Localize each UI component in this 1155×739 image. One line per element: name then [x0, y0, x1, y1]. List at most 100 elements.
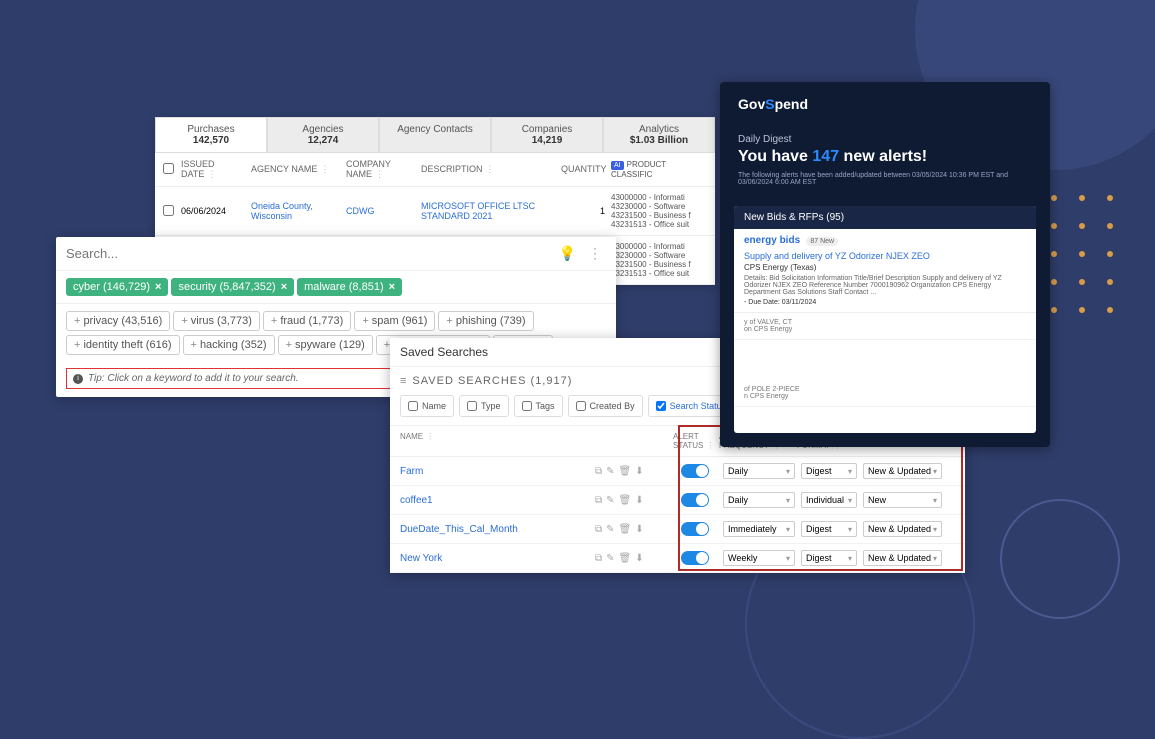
filter-checkbox[interactable]: [522, 401, 532, 411]
filter-checkbox[interactable]: [408, 401, 418, 411]
col-menu-icon[interactable]: ⋮: [483, 164, 495, 174]
info-icon: i: [73, 374, 83, 384]
edit-icon[interactable]: ✎: [606, 553, 614, 564]
tab-agency-contacts[interactable]: Agency Contacts: [379, 117, 491, 153]
suggested-keyword-chip[interactable]: +phishing (739): [438, 311, 533, 331]
col-menu-icon[interactable]: ⋮: [703, 441, 714, 450]
alert-toggle[interactable]: [681, 493, 709, 507]
suggested-keyword-chip[interactable]: +hacking (352): [183, 335, 275, 355]
filter-checkbox[interactable]: [656, 401, 666, 411]
keyword-chip[interactable]: malware (8,851)×: [297, 278, 402, 296]
delete-icon[interactable]: 🗑: [619, 495, 632, 506]
format-select[interactable]: Digest▾: [801, 521, 857, 537]
suggested-keyword-chip[interactable]: +spyware (129): [278, 335, 373, 355]
group-select[interactable]: New & Updated▾: [863, 521, 942, 537]
format-select[interactable]: Individual▾: [801, 492, 857, 508]
filter-checkbox[interactable]: [576, 401, 586, 411]
format-select[interactable]: Digest▾: [801, 463, 857, 479]
digest-item[interactable]: energy bids 87 New Supply and delivery o…: [734, 229, 1036, 313]
tab-companies[interactable]: Companies 14,219: [491, 117, 603, 153]
tab-analytics[interactable]: Analytics $1.03 Billion: [603, 117, 715, 153]
search-input[interactable]: [66, 246, 559, 261]
frequency-select[interactable]: Weekly▾: [723, 550, 795, 566]
suggested-keyword-chip[interactable]: +privacy (43,516): [66, 311, 170, 331]
delete-icon[interactable]: 🗑: [619, 466, 632, 477]
saved-search-name[interactable]: DueDate_This_Cal_Month: [400, 524, 595, 535]
col-menu-icon[interactable]: ⋮: [204, 169, 216, 179]
tab-purchases[interactable]: Purchases 142,570: [155, 117, 267, 153]
select-all-checkbox[interactable]: [163, 163, 174, 174]
plus-icon: +: [191, 339, 197, 351]
filter-checkbox[interactable]: [467, 401, 477, 411]
cell-company[interactable]: CDWG: [346, 206, 421, 216]
col-menu-icon[interactable]: ⋮: [372, 169, 384, 179]
decorative-dots: [1051, 195, 1135, 335]
saved-searches-rows: Farm⧉✎🗑⬇Daily▾Digest▾New & Updated▾coffe…: [390, 457, 965, 573]
suggested-keyword-chip[interactable]: +virus (3,773): [173, 311, 260, 331]
chevron-down-icon: ▾: [786, 554, 790, 563]
group-select[interactable]: New▾: [863, 492, 942, 508]
suggested-keyword-chip[interactable]: +identity theft (616): [66, 335, 180, 355]
remove-icon[interactable]: ×: [389, 281, 395, 293]
download-icon[interactable]: ⬇: [635, 466, 643, 477]
digest-title: You have 147 new alerts!: [738, 148, 1032, 166]
edit-icon[interactable]: ✎: [606, 466, 614, 477]
copy-icon[interactable]: ⧉: [595, 553, 602, 564]
filter-chip[interactable]: Type: [459, 395, 509, 417]
remove-icon[interactable]: ×: [155, 281, 161, 293]
copy-icon[interactable]: ⧉: [595, 524, 602, 535]
alert-toggle[interactable]: [681, 522, 709, 536]
filter-chip[interactable]: Tags: [514, 395, 563, 417]
edit-icon[interactable]: ✎: [606, 495, 614, 506]
cell-description[interactable]: MICROSOFT OFFICE LTSC STANDARD 2021: [421, 201, 561, 221]
download-icon[interactable]: ⬇: [635, 524, 643, 535]
copy-icon[interactable]: ⧉: [595, 466, 602, 477]
tab-value: 12,274: [272, 135, 374, 146]
brand-logo: GovSpend: [738, 96, 1032, 112]
digest-term[interactable]: energy bids: [744, 235, 800, 246]
plus-icon: +: [286, 339, 292, 351]
lightbulb-icon[interactable]: 💡: [559, 245, 576, 262]
suggested-keyword-chip[interactable]: +spam (961): [354, 311, 435, 331]
group-select[interactable]: New & Updated▾: [863, 550, 942, 566]
remove-icon[interactable]: ×: [281, 281, 287, 293]
tab-agencies[interactable]: Agencies 12,274: [267, 117, 379, 153]
chevron-down-icon: ▾: [848, 496, 852, 505]
alert-toggle[interactable]: [681, 464, 709, 478]
suggested-keyword-chip[interactable]: +fraud (1,773): [263, 311, 351, 331]
col-menu-icon[interactable]: ⋮: [423, 432, 434, 441]
group-select[interactable]: New & Updated▾: [863, 463, 942, 479]
keyword-chip[interactable]: cyber (146,729)×: [66, 278, 168, 296]
saved-search-name[interactable]: New York: [400, 553, 595, 564]
frequency-select[interactable]: Immediately▾: [723, 521, 795, 537]
col-agency[interactable]: AGENCY NAME: [251, 164, 317, 174]
plus-icon: +: [74, 339, 80, 351]
download-icon[interactable]: ⬇: [635, 495, 643, 506]
format-select[interactable]: Digest▾: [801, 550, 857, 566]
keyword-chip[interactable]: security (5,847,352)×: [171, 278, 294, 296]
col-alert-status[interactable]: ALERT STATUS: [673, 432, 703, 450]
col-description[interactable]: DESCRIPTION: [421, 164, 483, 174]
row-checkbox[interactable]: [163, 205, 174, 216]
saved-search-name[interactable]: Farm: [400, 466, 595, 477]
table-row[interactable]: 06/06/2024Oneida County, WisconsinCDWGMI…: [155, 187, 715, 236]
cell-agency[interactable]: Oneida County, Wisconsin: [251, 201, 346, 221]
filter-chip[interactable]: Name: [400, 395, 454, 417]
download-icon[interactable]: ⬇: [635, 553, 643, 564]
more-menu-icon[interactable]: ⋮: [584, 245, 606, 262]
stats-tabs: Purchases 142,570 Agencies 12,274 Agency…: [155, 117, 715, 153]
delete-icon[interactable]: 🗑: [619, 553, 632, 564]
edit-icon[interactable]: ✎: [606, 524, 614, 535]
alert-toggle[interactable]: [681, 551, 709, 565]
copy-icon[interactable]: ⧉: [595, 495, 602, 506]
col-menu-icon[interactable]: ⋮: [317, 164, 329, 174]
col-name[interactable]: NAME: [400, 432, 423, 441]
frequency-select[interactable]: Daily▾: [723, 463, 795, 479]
digest-item-title[interactable]: Supply and delivery of YZ Odorizer NJEX …: [744, 251, 1026, 261]
filter-icon[interactable]: ≡: [400, 375, 406, 387]
filter-chip[interactable]: Created By: [568, 395, 643, 417]
col-quantity[interactable]: QUANTITY: [561, 164, 607, 174]
delete-icon[interactable]: 🗑: [619, 524, 632, 535]
saved-search-name[interactable]: coffee1: [400, 495, 595, 506]
frequency-select[interactable]: Daily▾: [723, 492, 795, 508]
